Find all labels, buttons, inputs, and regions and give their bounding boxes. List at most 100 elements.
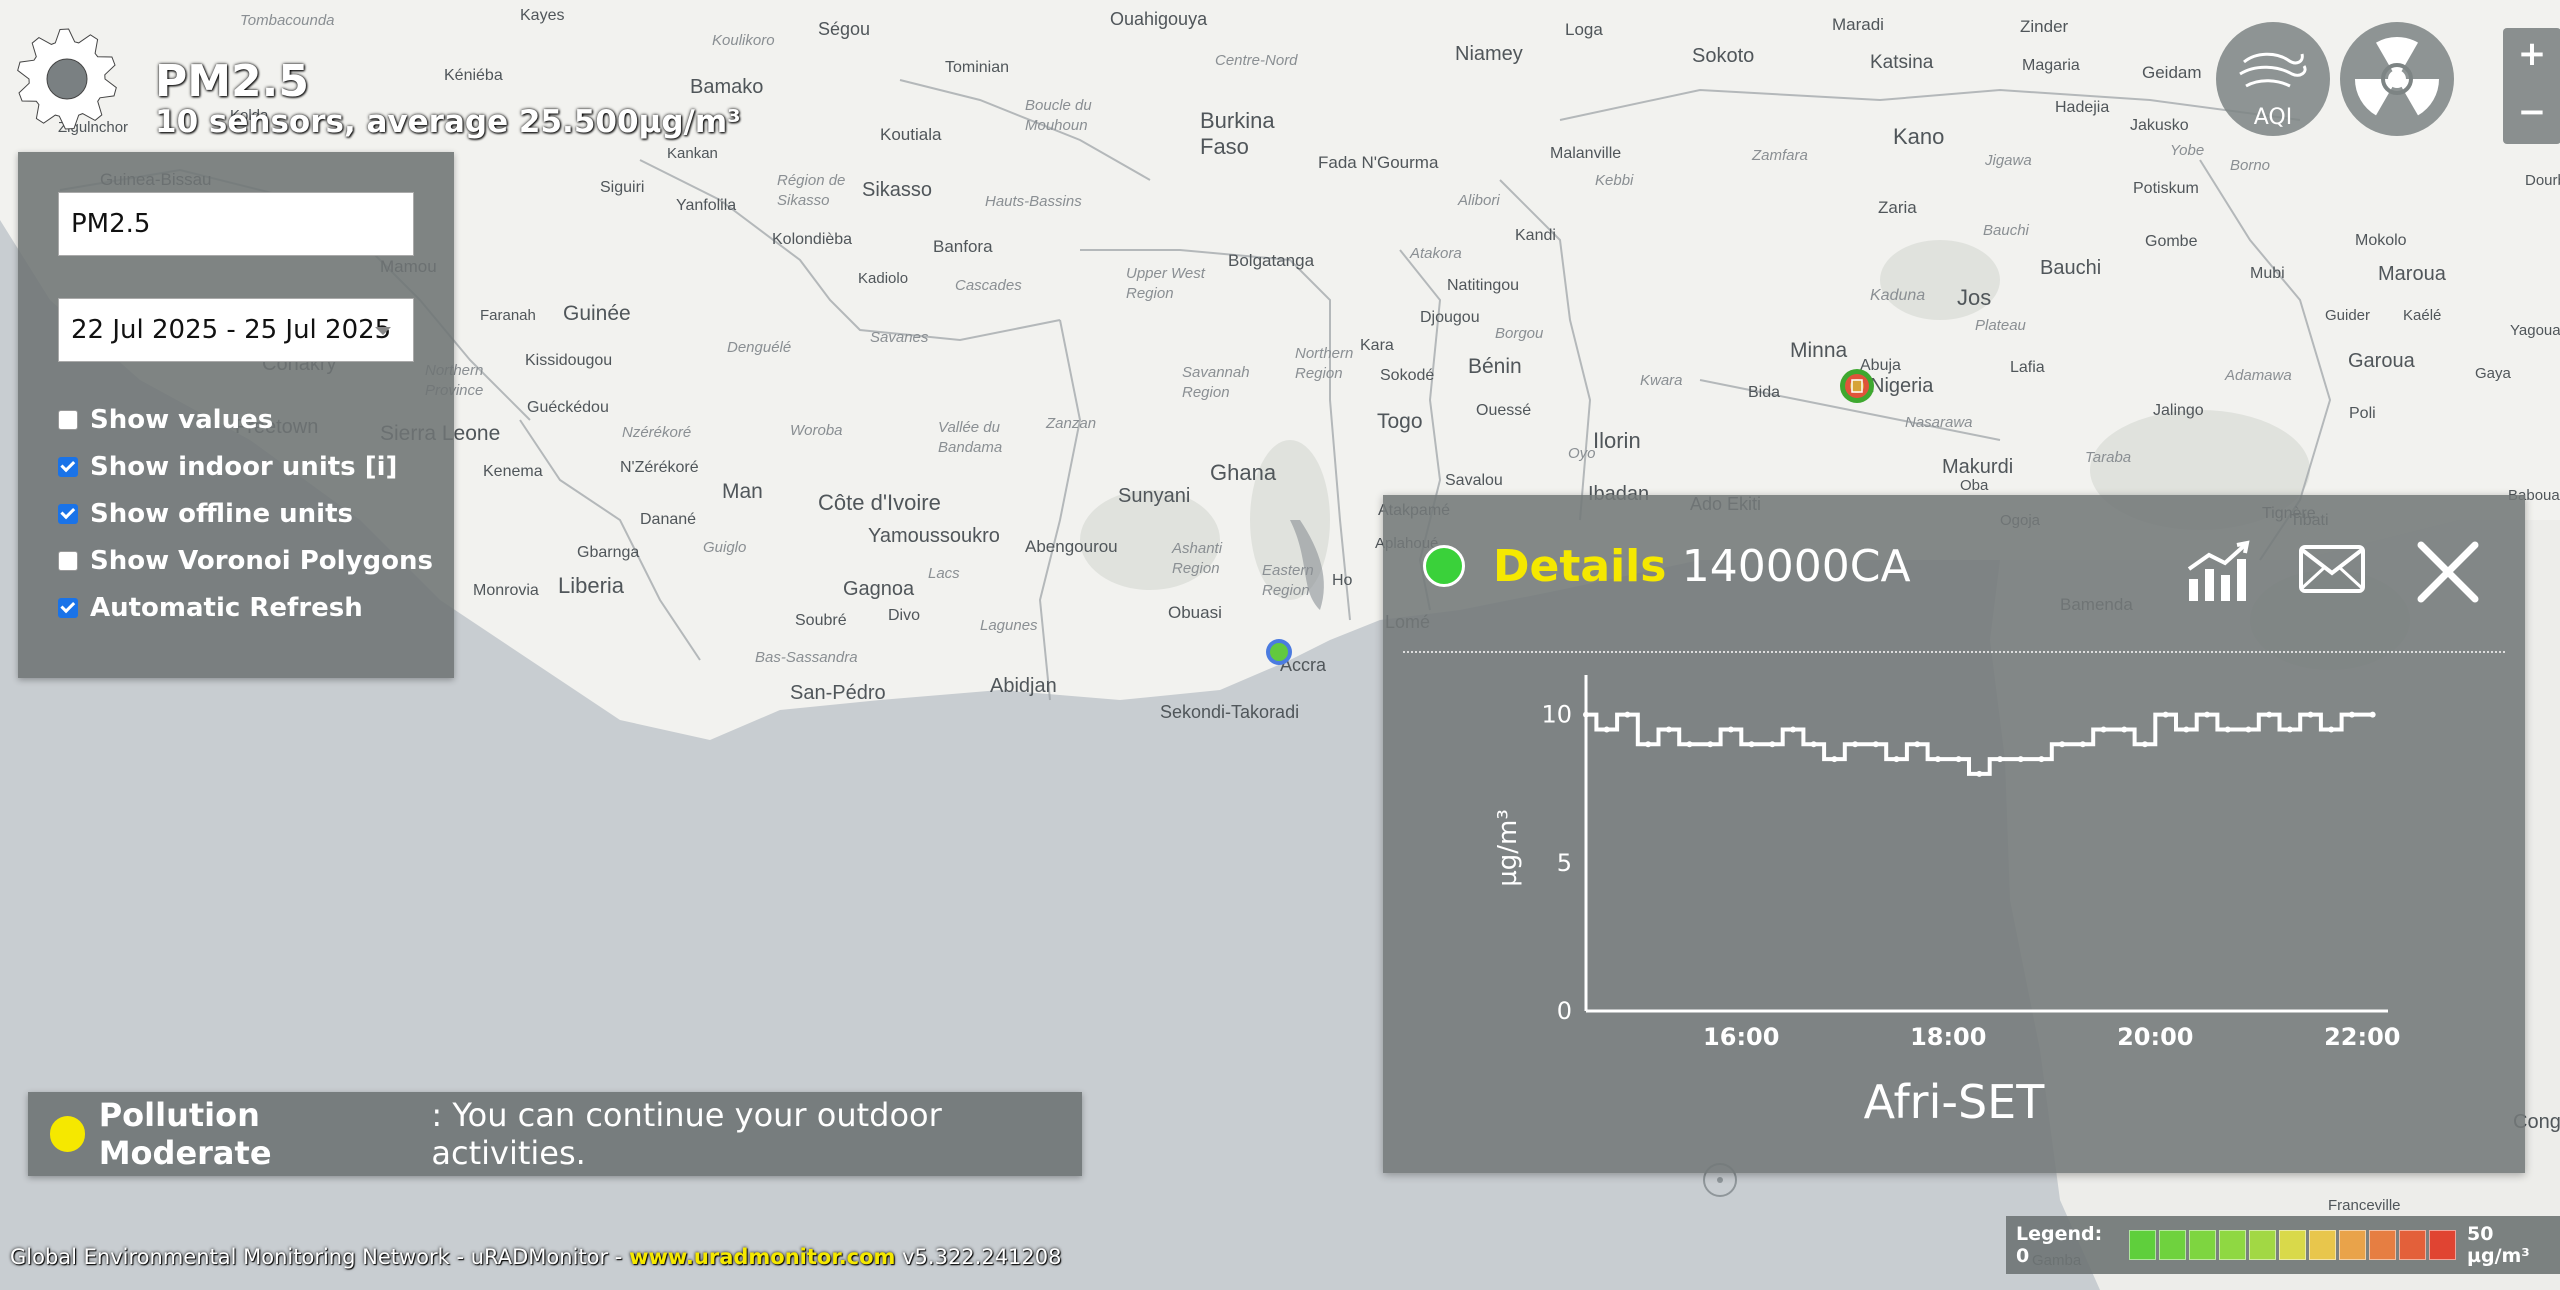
data-point [1748, 741, 1755, 748]
settings-gear-icon[interactable] [12, 24, 122, 134]
sensor-marker-nigeria[interactable] [1840, 369, 1874, 403]
data-point [1810, 741, 1817, 748]
map-label: Hauts-Bassins [985, 193, 1082, 210]
map-label: Kano [1893, 124, 1944, 149]
zoom-out-button[interactable]: − [2503, 86, 2560, 144]
data-point [1934, 756, 1941, 763]
data-point [1624, 711, 1631, 718]
map-label: Jigawa [1984, 152, 2032, 169]
map-label: Tombacounda [240, 12, 335, 29]
legend-swatch [2189, 1230, 2217, 1260]
map-label: Kwara [1640, 372, 1683, 389]
data-point [1976, 770, 1983, 777]
y-tick-label: 5 [1557, 849, 1572, 877]
data-point [2183, 726, 2190, 733]
map-label: Northern [1295, 345, 1353, 362]
show-voronoi-checkbox[interactable] [58, 551, 78, 571]
option-show-values[interactable]: Show values [58, 405, 273, 435]
map-label: Potiskum [2133, 180, 2199, 197]
map-label: Oba [1960, 477, 1989, 494]
map-label: Jalingo [2153, 402, 2204, 419]
footer-link[interactable]: www.uradmonitor.com [629, 1245, 895, 1269]
option-label: Automatic Refresh [90, 593, 363, 623]
legend-label: Legend: 0 [2016, 1223, 2103, 1267]
map-label: Kankan [667, 145, 718, 162]
automatic-refresh-checkbox[interactable] [58, 598, 78, 618]
legend-swatch [2369, 1230, 2397, 1260]
map-label: Gagnoa [843, 578, 915, 600]
data-point [2017, 756, 2024, 763]
map-label: Maroua [2378, 263, 2447, 285]
network-brand: Afri-SET [1863, 1075, 2045, 1129]
map-label: Region [1182, 384, 1230, 401]
map-label: Plateau [1975, 317, 2027, 334]
page-title: PM2.5 [155, 56, 309, 107]
map-label: Bas-Sassandra [755, 649, 858, 666]
map-label: Zinder [2020, 17, 2069, 36]
option-show-voronoi[interactable]: Show Voronoi Polygons [58, 546, 433, 576]
data-point [2224, 726, 2231, 733]
data-point [1893, 756, 1900, 763]
option-label: Show values [90, 405, 274, 435]
map-label: Guinée [563, 302, 631, 325]
map-label: Kara [1360, 337, 1394, 354]
map-label: Franceville [2328, 1197, 2401, 1214]
map-label: Ouahigouya [1110, 9, 1208, 29]
pollution-level-dot [50, 1116, 85, 1152]
details-panel: Details 140000CA 0 5 10 16:00 18:00 20:00 22:0… [1383, 495, 2525, 1173]
option-automatic-refresh[interactable]: Automatic Refresh [58, 593, 363, 623]
map-label: Mokolo [2355, 232, 2407, 249]
data-point [2348, 711, 2355, 718]
date-range-select[interactable]: 22 Jul 2025 - 25 Jul 2025 [58, 298, 414, 362]
aqi-button[interactable]: AQI [2216, 22, 2330, 136]
sensor-summary: 10 sensors, average 25.500µg/m³ [155, 104, 741, 140]
zoom-in-button[interactable]: + [2503, 28, 2560, 86]
aqi-wind-icon: AQI [2239, 52, 2307, 130]
legend-swatch [2159, 1230, 2187, 1260]
map-label: Savannah [1182, 364, 1250, 381]
sensor-marker-accra[interactable] [1266, 639, 1292, 665]
map-label: Kolondièba [772, 231, 852, 248]
show-indoor-units-checkbox[interactable] [58, 457, 78, 477]
radiation-button[interactable] [2340, 22, 2454, 136]
data-point [1872, 741, 1879, 748]
option-show-indoor-units[interactable]: Show indoor units [i] [58, 452, 397, 482]
show-offline-units-checkbox[interactable] [58, 504, 78, 524]
parameter-select[interactable]: PM2.5 [58, 192, 414, 256]
map-label: Region [1126, 285, 1174, 302]
zoom-control: + − [2503, 28, 2560, 144]
map-label: Ségou [818, 19, 870, 39]
map-label: Togo [1377, 410, 1423, 433]
option-show-offline-units[interactable]: Show offline units [58, 499, 353, 529]
map-label: Abidjan [990, 675, 1057, 697]
data-point [1727, 726, 1734, 733]
map-label: Divo [888, 607, 920, 624]
map-label: Zanzan [1045, 415, 1096, 432]
data-point [1997, 756, 2004, 763]
map-label: Jakusko [2130, 117, 2189, 134]
map-label: Yamoussoukro [868, 525, 1000, 547]
map-label: Gaya [2475, 365, 2512, 382]
map-label: Siguiri [600, 179, 644, 196]
x-tick-label: 16:00 [1703, 1023, 1779, 1051]
map-label: Abengourou [1025, 537, 1118, 556]
map-label: Atakora [1409, 245, 1462, 262]
map-label: Liberia [558, 573, 625, 598]
footer: Global Environmental Monitoring Network … [10, 1245, 1062, 1269]
map-label: Upper West [1126, 265, 1206, 282]
data-point [1831, 756, 1838, 763]
map-label: Poli [2349, 405, 2376, 422]
map-label: Borno [2230, 157, 2270, 174]
data-point [2204, 711, 2211, 718]
map-label: Banfora [933, 237, 993, 256]
data-point [2141, 741, 2148, 748]
map-label: Kandi [1515, 227, 1556, 244]
map-label: Ghana [1210, 460, 1277, 485]
show-values-checkbox[interactable] [58, 410, 78, 430]
data-point [2369, 711, 2376, 718]
legend-swatch [2219, 1230, 2247, 1260]
map-label: Loga [1565, 20, 1603, 39]
pm25-timeseries-chart: 0 5 10 16:00 18:00 20:00 22:00 µg/m³ [1493, 675, 2401, 1051]
map-label: Guéckédou [527, 399, 609, 416]
option-label: Show indoor units [i] [90, 452, 398, 482]
